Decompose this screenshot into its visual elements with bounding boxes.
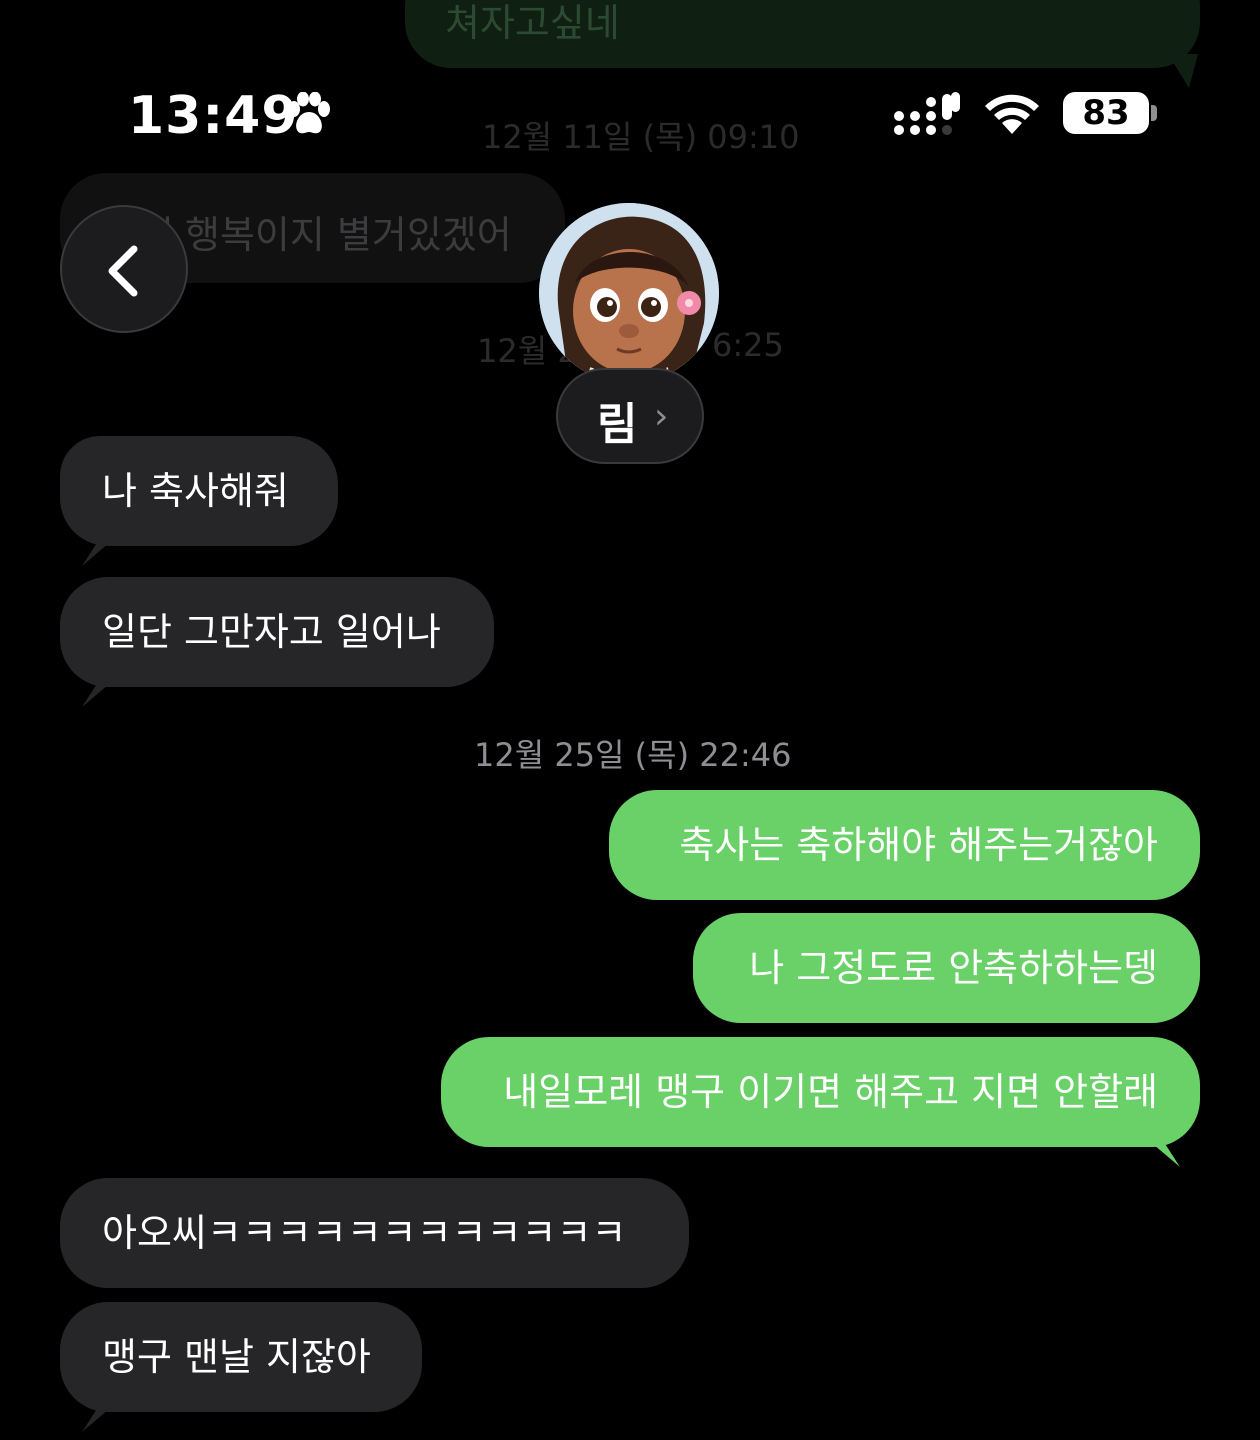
timestamp: 12월 25일 (목) 22:46: [474, 736, 792, 774]
contact-name: 림: [597, 399, 638, 450]
avatar-image: [539, 203, 719, 383]
faded-timestamp: 12월 11일 (목) 09:10: [482, 118, 800, 156]
battery-nub: [1151, 105, 1157, 121]
incoming-message[interactable]: 맹구 맨날 지잖아: [60, 1302, 422, 1412]
faded-bubble-tail: [1168, 54, 1198, 88]
incoming-message[interactable]: 일단 그만자고 일어나: [60, 577, 494, 687]
wifi-icon: [985, 94, 1039, 134]
chevron-right-icon: ›: [654, 396, 669, 437]
outgoing-message[interactable]: 축사는 축하해야 해주는거잖아: [609, 790, 1200, 900]
battery-icon: 83: [1063, 92, 1149, 134]
contact-avatar[interactable]: [539, 203, 719, 383]
chevron-left-icon: [108, 245, 138, 297]
status-time: 13:49: [128, 86, 299, 146]
paw-icon: [288, 92, 330, 134]
faded-outgoing-text: 쳐자고싶네: [445, 1, 620, 45]
outgoing-message[interactable]: 내일모레 맹구 이기면 해주고 지면 안할래: [441, 1037, 1200, 1147]
back-button[interactable]: [60, 205, 188, 333]
signal-icon: [894, 92, 960, 135]
outgoing-message[interactable]: 나 그정도로 안축하하는뎅: [693, 913, 1200, 1023]
incoming-message[interactable]: 나 축사해줘: [60, 436, 338, 546]
incoming-message[interactable]: 아오씨ㅋㅋㅋㅋㅋㅋㅋㅋㅋㅋㅋㅋ: [60, 1178, 689, 1288]
faded-timestamp-right: 6:25: [712, 326, 784, 364]
